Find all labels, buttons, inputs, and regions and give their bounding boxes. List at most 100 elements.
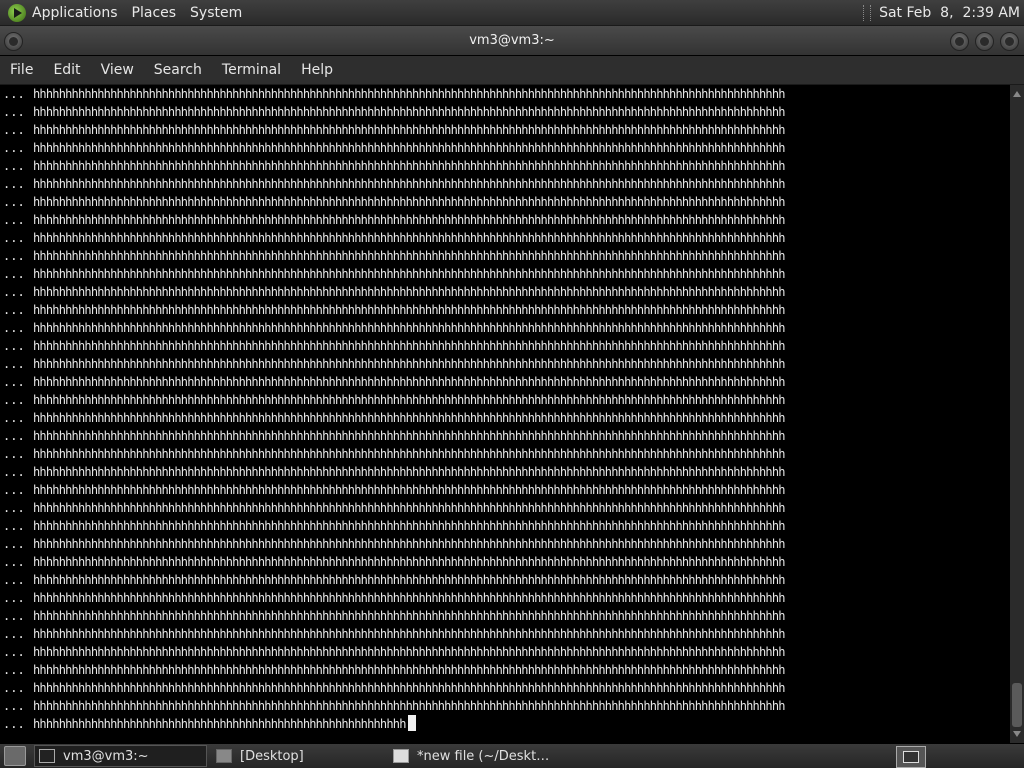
- terminal-text: hhhhhhhhhhhhhhhhhhhhhhhhhhhhhhhhhhhhhhhh…: [33, 105, 785, 119]
- continuation-prompt: ...: [3, 717, 25, 731]
- terminal-text: hhhhhhhhhhhhhhhhhhhhhhhhhhhhhhhhhhhhhhhh…: [33, 123, 785, 137]
- terminal-output[interactable]: ... hhhhhhhhhhhhhhhhhhhhhhhhhhhhhhhhhhhhh…: [0, 85, 1010, 743]
- menu-search[interactable]: Search: [144, 62, 212, 78]
- terminal-text: hhhhhhhhhhhhhhhhhhhhhhhhhhhhhhhhhhhhhhhh…: [33, 195, 785, 209]
- workspace-switcher[interactable]: [896, 746, 926, 768]
- menu-edit[interactable]: Edit: [43, 62, 90, 78]
- text-editor-icon: [393, 749, 409, 763]
- terminal-line: ... hhhhhhhhhhhhhhhhhhhhhhhhhhhhhhhhhhhhh…: [3, 427, 785, 445]
- terminal-text: hhhhhhhhhhhhhhhhhhhhhhhhhhhhhhhhhhhhhhhh…: [33, 159, 785, 173]
- terminal-text: hhhhhhhhhhhhhhhhhhhhhhhhhhhhhhhhhhhhhhhh…: [33, 483, 785, 497]
- terminal-line: ... hhhhhhhhhhhhhhhhhhhhhhhhhhhhhhhhhhhhh…: [3, 409, 785, 427]
- panel-separator: [863, 4, 872, 21]
- terminal-text: hhhhhhhhhhhhhhhhhhhhhhhhhhhhhhhhhhhhhhhh…: [33, 429, 785, 443]
- terminal-line: ... hhhhhhhhhhhhhhhhhhhhhhhhhhhhhhhhhhhhh…: [3, 265, 785, 283]
- continuation-prompt: ...: [3, 213, 25, 227]
- terminal-line: ... hhhhhhhhhhhhhhhhhhhhhhhhhhhhhhhhhhhhh…: [3, 139, 785, 157]
- terminal-line: ... hhhhhhhhhhhhhhhhhhhhhhhhhhhhhhhhhhhhh…: [3, 373, 785, 391]
- menubar: File Edit View Search Terminal Help: [0, 56, 1024, 85]
- menu-file[interactable]: File: [0, 62, 43, 78]
- terminal-text: hhhhhhhhhhhhhhhhhhhhhhhhhhhhhhhhhhhhhhhh…: [33, 249, 785, 263]
- terminal-text: hhhhhhhhhhhhhhhhhhhhhhhhhhhhhhhhhhhhhhhh…: [33, 609, 785, 623]
- terminal-line: ... hhhhhhhhhhhhhhhhhhhhhhhhhhhhhhhhhhhhh…: [3, 103, 785, 121]
- terminal-line: ... hhhhhhhhhhhhhhhhhhhhhhhhhhhhhhhhhhhhh…: [3, 553, 785, 571]
- continuation-prompt: ...: [3, 519, 25, 533]
- continuation-prompt: ...: [3, 609, 25, 623]
- terminal-line: ... hhhhhhhhhhhhhhhhhhhhhhhhhhhhhhhhhhhhh…: [3, 337, 785, 355]
- menu-terminal[interactable]: Terminal: [212, 62, 291, 78]
- menu-system[interactable]: System: [190, 5, 242, 21]
- continuation-prompt: ...: [3, 681, 25, 695]
- continuation-prompt: ...: [3, 267, 25, 281]
- terminal-text: hhhhhhhhhhhhhhhhhhhhhhhhhhhhhhhhhhhhhhhh…: [33, 681, 785, 695]
- continuation-prompt: ...: [3, 645, 25, 659]
- terminal-line: ... hhhhhhhhhhhhhhhhhhhhhhhhhhhhhhhhhhhhh…: [3, 283, 785, 301]
- continuation-prompt: ...: [3, 699, 25, 713]
- terminal-text: hhhhhhhhhhhhhhhhhhhhhhhhhhhhhhhhhhhhhhhh…: [33, 663, 785, 677]
- continuation-prompt: ...: [3, 375, 25, 389]
- continuation-prompt: ...: [3, 159, 25, 173]
- minimize-icon[interactable]: [950, 32, 969, 51]
- terminal-text: hhhhhhhhhhhhhhhhhhhhhhhhhhhhhhhhhhhhhhhh…: [33, 591, 785, 605]
- scroll-down-icon[interactable]: [1013, 731, 1021, 737]
- close-icon[interactable]: [1000, 32, 1019, 51]
- continuation-prompt: ...: [3, 123, 25, 137]
- terminal-line: ... hhhhhhhhhhhhhhhhhhhhhhhhhhhhhhhhhhhhh…: [3, 391, 785, 409]
- continuation-prompt: ...: [3, 447, 25, 461]
- terminal-text: hhhhhhhhhhhhhhhhhhhhhhhhhhhhhhhhhhhhhhhh…: [33, 177, 785, 191]
- continuation-prompt: ...: [3, 627, 25, 641]
- terminal-text: hhhhhhhhhhhhhhhhhhhhhhhhhhhhhhhhhhhhhhhh…: [33, 501, 785, 515]
- terminal-icon: [39, 749, 55, 763]
- terminal-text: hhhhhhhhhhhhhhhhhhhhhhhhhhhhhhhhhhhhhhhh…: [33, 717, 406, 731]
- continuation-prompt: ...: [3, 555, 25, 569]
- continuation-prompt: ...: [3, 411, 25, 425]
- terminal-line: ... hhhhhhhhhhhhhhhhhhhhhhhhhhhhhhhhhhhhh…: [3, 355, 785, 373]
- continuation-prompt: ...: [3, 537, 25, 551]
- terminal-line: ... hhhhhhhhhhhhhhhhhhhhhhhhhhhhhhhhhhhhh…: [3, 571, 785, 589]
- continuation-prompt: ...: [3, 105, 25, 119]
- distro-logo-icon[interactable]: [8, 3, 26, 22]
- terminal-line: ... hhhhhhhhhhhhhhhhhhhhhhhhhhhhhhhhhhhhh…: [3, 481, 785, 499]
- terminal-text: hhhhhhhhhhhhhhhhhhhhhhhhhhhhhhhhhhhhhhhh…: [33, 465, 785, 479]
- continuation-prompt: ...: [3, 177, 25, 191]
- show-desktop-icon[interactable]: [4, 746, 26, 766]
- maximize-icon[interactable]: [975, 32, 994, 51]
- taskbar-item-editor[interactable]: *new file (~/Deskto…: [388, 745, 561, 767]
- window-title: vm3@vm3:~: [469, 33, 555, 48]
- terminal-text: hhhhhhhhhhhhhhhhhhhhhhhhhhhhhhhhhhhhhhhh…: [33, 285, 785, 299]
- window-titlebar[interactable]: vm3@vm3:~: [0, 26, 1024, 55]
- terminal-line: ... hhhhhhhhhhhhhhhhhhhhhhhhhhhhhhhhhhhhh…: [3, 463, 785, 481]
- menu-applications[interactable]: Applications: [32, 5, 118, 21]
- menu-help[interactable]: Help: [291, 62, 343, 78]
- scrollbar-thumb[interactable]: [1012, 683, 1022, 727]
- scroll-up-icon[interactable]: [1013, 91, 1021, 97]
- top-panel: Applications Places System Sat Feb 8, 2:…: [0, 0, 1024, 26]
- menu-view[interactable]: View: [91, 62, 144, 78]
- continuation-prompt: ...: [3, 393, 25, 407]
- terminal-line: ... hhhhhhhhhhhhhhhhhhhhhhhhhhhhhhhhhhhhh…: [3, 679, 785, 697]
- taskbar-item-label: [Desktop]: [240, 748, 304, 764]
- taskbar-item-desktop[interactable]: [Desktop]: [211, 745, 384, 767]
- continuation-prompt: ...: [3, 303, 25, 317]
- terminal-text: hhhhhhhhhhhhhhhhhhhhhhhhhhhhhhhhhhhhhhhh…: [33, 555, 785, 569]
- terminal-scrollbar[interactable]: [1010, 85, 1024, 743]
- clock[interactable]: Sat Feb 8, 2:39 AM: [879, 5, 1020, 21]
- terminal-line: ... hhhhhhhhhhhhhhhhhhhhhhhhhhhhhhhhhhhhh…: [3, 193, 785, 211]
- terminal-line: ... hhhhhhhhhhhhhhhhhhhhhhhhhhhhhhhhhhhhh…: [3, 643, 785, 661]
- continuation-prompt: ...: [3, 339, 25, 353]
- terminal-text: hhhhhhhhhhhhhhhhhhhhhhhhhhhhhhhhhhhhhhhh…: [33, 321, 785, 335]
- continuation-prompt: ...: [3, 429, 25, 443]
- continuation-prompt: ...: [3, 591, 25, 605]
- menu-places[interactable]: Places: [132, 5, 177, 21]
- taskbar-item-terminal[interactable]: vm3@vm3:~: [34, 745, 207, 767]
- terminal-text: hhhhhhhhhhhhhhhhhhhhhhhhhhhhhhhhhhhhhhhh…: [33, 645, 785, 659]
- window-menu-icon[interactable]: [4, 32, 23, 51]
- continuation-prompt: ...: [3, 573, 25, 587]
- terminal-text: hhhhhhhhhhhhhhhhhhhhhhhhhhhhhhhhhhhhhhhh…: [33, 627, 785, 641]
- continuation-prompt: ...: [3, 195, 25, 209]
- terminal-text: hhhhhhhhhhhhhhhhhhhhhhhhhhhhhhhhhhhhhhhh…: [33, 339, 785, 353]
- terminal-line: ... hhhhhhhhhhhhhhhhhhhhhhhhhhhhhhhhhhhhh…: [3, 625, 785, 643]
- terminal-line: ... hhhhhhhhhhhhhhhhhhhhhhhhhhhhhhhhhhhhh…: [3, 445, 785, 463]
- terminal-text: hhhhhhhhhhhhhhhhhhhhhhhhhhhhhhhhhhhhhhhh…: [33, 447, 785, 461]
- terminal-line: ... hhhhhhhhhhhhhhhhhhhhhhhhhhhhhhhhhhhhh…: [3, 319, 785, 337]
